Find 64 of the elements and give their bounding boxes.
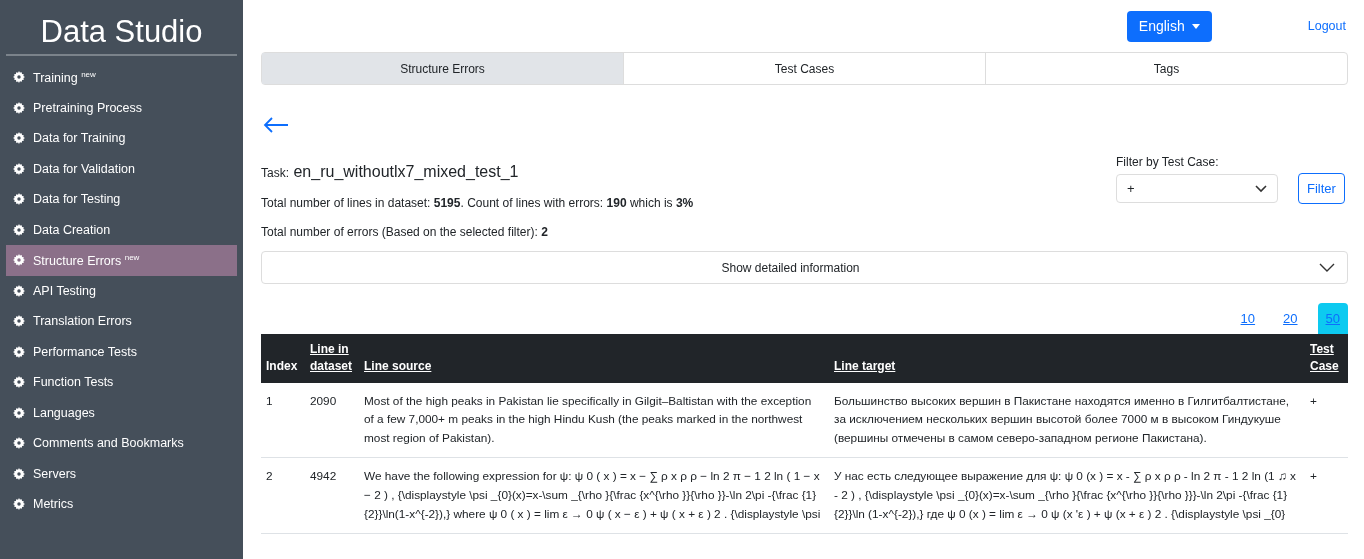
gear-icon — [13, 254, 25, 267]
back-arrow-icon[interactable] — [263, 117, 289, 133]
page-size-link[interactable]: 20 — [1275, 303, 1306, 334]
sidebar-item[interactable]: Training $^{new}$ — [6, 62, 237, 93]
sidebar-item[interactable]: Pretraining Process — [6, 92, 237, 123]
table-cell: Большинство высоких вершин в Пакистане находятся именно в Гилгитбалтистане, за исключением нескольких вершин высотой более 7000 м в высоком Гиндукуше (вершины отмечены в самом северо-западном регионе Пакистана). — [829, 382, 1305, 458]
page-size-link[interactable]: 10 — [1232, 303, 1264, 334]
gear-icon — [13, 498, 25, 511]
task-name: Task: en_ru_withoutlx7_mixed_test_1 — [261, 163, 520, 181]
gear-icon — [13, 437, 25, 450]
table-cell: We have the following expression for ψ: ψ 0 ( x ) = x − ∑ ρ x ρ ρ − ln 2 π − 1 2 ln ( 1 − x − 2 ) , {\displaystyle \psi _{0}(x)=x-\sum _{\rho }{\frac {x^{\rho }}{\rho }}-\ln 2\pi -{\frac {1}{2}}\ln(1-x^{-2}),} where ψ 0 ( x ) = lim ε → 0 ψ ( x − ε ) + ψ ( x + ε ) 2 . {\displaystyle \psi — [359, 457, 829, 534]
gear-icon — [13, 132, 25, 145]
caret-icon — [1191, 23, 1200, 29]
tab[interactable]: Structure Errors — [262, 53, 623, 84]
gear-icon — [13, 406, 25, 419]
logout-link[interactable]: Logout — [1307, 19, 1346, 33]
gear-icon — [13, 101, 25, 114]
details-accordion[interactable]: Show detailed information — [261, 251, 1348, 284]
filter-label: Filter by Test Case: — [1116, 155, 1220, 169]
gear-icon — [13, 315, 25, 328]
sidebar-item[interactable]: API Testing — [6, 275, 237, 306]
sidebar-item[interactable]: Translation Errors — [6, 306, 237, 337]
filter-button[interactable]: Filter — [1298, 173, 1345, 204]
column-header[interactable]: Line target — [829, 334, 1305, 383]
test-case-select[interactable]: + — [1116, 174, 1278, 203]
column-header: Index — [261, 334, 305, 383]
gear-icon — [13, 71, 25, 84]
sidebar-item[interactable]: Structure Errors $^{new}$ — [6, 245, 237, 276]
sidebar-item[interactable]: Data for Training — [6, 123, 237, 154]
column-header[interactable]: Line source — [359, 334, 829, 383]
sidebar-item[interactable]: Data for Testing — [6, 184, 237, 215]
tab[interactable]: Test Cases — [623, 53, 985, 84]
tab[interactable]: Tags — [985, 53, 1347, 84]
gear-icon — [13, 376, 25, 389]
sidebar-item[interactable]: Data for Validation — [6, 153, 237, 184]
column-header[interactable]: Test Case — [1305, 334, 1348, 383]
sidebar-item[interactable]: Servers — [6, 458, 237, 489]
sidebar-item[interactable]: Languages — [6, 397, 237, 428]
gear-icon — [13, 467, 25, 480]
chevron-down-icon — [1319, 263, 1335, 272]
error-count: Total number of errors (Based on the selected filter): 2 — [261, 225, 549, 239]
table-cell: Most of the high peaks in Pakistan lie specifically in Gilgit–Baltistan with the exception of a few 7,000+ m peaks in the high Hindu Kush (the peaks marked in the northwest most region of Pakistan). — [359, 382, 829, 458]
table-cell: 2090 — [305, 382, 359, 458]
gear-icon — [13, 223, 25, 236]
table-cell: У нас есть следующее выражение для ψ: ψ 0 (x ) = x - ∑ ρ x ρ ρ - ln 2 π - 1 2 ln (1 ♫ x - 2 ) , {\displaystyle \psi _{0}(x)=x-\sum _{\rho }{\frac {x^{\rho }}{\rho }}}-\ln 2\pi -{\frac {1}{2}}\ln (1-x^{-2}),} где ψ 0 (x ) = lim ε → 0 ψ (x 'ε ) + ψ (x + ε ) 2 . {\displaystyle \psi _{0} — [829, 457, 1305, 534]
table-cell: + — [1305, 382, 1348, 458]
sidebar-item[interactable]: Comments and Bookmarks — [6, 428, 237, 459]
dataset-summary: Total number of lines in dataset: 5195. Count of lines with errors: 190 which is 3% — [261, 196, 694, 210]
sidebar-item[interactable]: Function Tests — [6, 367, 237, 398]
column-header[interactable]: Line in dataset — [305, 334, 359, 383]
gear-icon — [13, 345, 25, 358]
table-cell: 2 — [261, 457, 305, 534]
sidebar-item[interactable]: Metrics — [6, 489, 237, 520]
gear-icon — [13, 284, 25, 297]
sidebar-item[interactable]: Performance Tests — [6, 336, 237, 367]
table-cell: 1 — [261, 382, 305, 458]
sidebar-item[interactable]: Data Creation — [6, 214, 237, 245]
app-title: Data Studio — [39, 13, 204, 51]
chevron-down-icon — [1255, 184, 1267, 193]
gear-icon — [13, 193, 25, 206]
gear-icon — [13, 162, 25, 175]
language-dropdown[interactable]: English — [1126, 10, 1212, 42]
table-cell: + — [1305, 457, 1348, 534]
table-cell: 4942 — [305, 457, 359, 534]
